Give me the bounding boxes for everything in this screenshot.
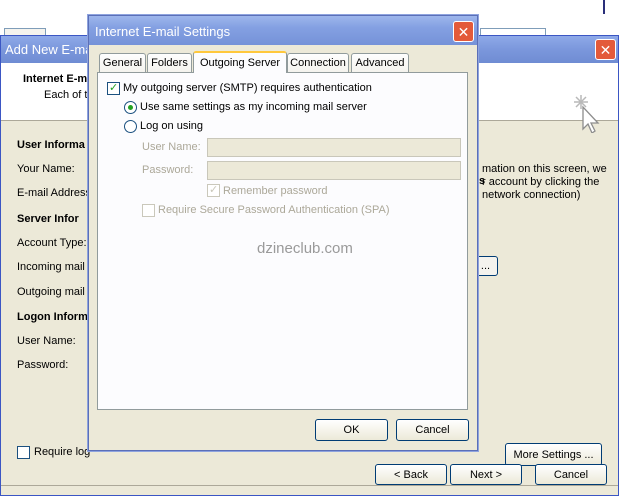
dialog-cancel-button[interactable]: Cancel: [396, 419, 469, 441]
dialog-user-name-label: User Name:: [142, 141, 201, 153]
same-settings-radio[interactable]: [124, 101, 137, 114]
test-settings-text-line: r account by clicking the: [482, 176, 600, 188]
ok-button[interactable]: OK: [315, 419, 388, 441]
more-settings-label: More Settings ...: [513, 448, 594, 461]
remember-password-label: Remember password: [223, 185, 328, 197]
same-settings-label: Use same settings as my incoming mail se…: [140, 101, 367, 113]
spa-label: Require Secure Password Authentication (…: [158, 204, 390, 216]
log-on-using-label: Log on using: [140, 120, 203, 132]
dialog-cancel-label: Cancel: [415, 424, 450, 436]
dialog-close-button[interactable]: ✕: [453, 21, 474, 42]
your-name-label: Your Name:: [17, 163, 75, 175]
tab-outgoing-server[interactable]: Outgoing Server: [193, 51, 287, 73]
incoming-mail-label: Incoming mail s: [17, 261, 94, 273]
background-edge: [603, 0, 605, 14]
watermark-text: dzineclub.com: [257, 240, 353, 257]
email-address-label: E-mail Address: [17, 187, 91, 199]
user-info-heading: User Informa: [17, 139, 85, 151]
outgoing-mail-label: Outgoing mail s: [17, 286, 94, 298]
tab-label: Outgoing Server: [199, 57, 281, 69]
tab-advanced[interactable]: Advanced: [351, 53, 409, 72]
wizard-header-subtitle: Each of t: [44, 89, 88, 101]
tab-general[interactable]: General: [99, 53, 146, 72]
wizard-header-title: Internet E-m: [23, 73, 88, 85]
tab-label: Folders: [151, 57, 188, 69]
test-settings-text-line: network connection): [482, 189, 581, 201]
close-icon: ✕: [457, 23, 470, 40]
log-on-using-radio[interactable]: [124, 120, 137, 133]
dialog-title-bar[interactable]: Internet E-mail Settings ✕: [89, 16, 477, 45]
require-logon-checkbox[interactable]: [17, 446, 30, 459]
more-settings-button[interactable]: More Settings ...: [505, 443, 602, 466]
dialog-title: Internet E-mail Settings: [95, 24, 231, 39]
server-info-heading: Server Infor: [17, 213, 79, 225]
wizard-cancel-button[interactable]: Cancel: [535, 464, 607, 485]
test-button-label: ...: [480, 260, 491, 272]
wizard-close-button[interactable]: ✕: [595, 39, 616, 60]
checkmark-icon: ✓: [209, 184, 219, 196]
cursor-sparkle-icon: [574, 95, 600, 133]
wizard-password-label: Password:: [17, 359, 69, 371]
wizard-divider: [1, 485, 618, 486]
tab-label: Advanced: [355, 57, 405, 69]
wizard-cancel-label: Cancel: [553, 468, 589, 481]
next-button[interactable]: Next >: [450, 464, 522, 485]
wizard-user-name-label: User Name:: [17, 335, 76, 347]
smtp-auth-checkbox[interactable]: ✓: [107, 82, 120, 95]
remember-password-checkbox[interactable]: ✓: [207, 184, 220, 197]
smtp-auth-label: My outgoing server (SMTP) requires authe…: [123, 82, 372, 94]
back-button-label: < Back: [394, 468, 428, 481]
ok-button-label: OK: [343, 424, 360, 436]
close-icon: ✕: [599, 41, 612, 58]
tab-label: General: [102, 57, 143, 69]
internet-email-settings-dialog: Internet E-mail Settings ✕ General Folde…: [88, 15, 478, 451]
tab-connection[interactable]: Connection: [287, 53, 349, 72]
logon-info-heading: Logon Inform: [17, 311, 88, 323]
tab-folders[interactable]: Folders: [147, 53, 192, 72]
radio-selected-icon: [128, 105, 133, 110]
account-type-label: Account Type:: [17, 237, 87, 249]
next-button-label: Next >: [469, 468, 503, 481]
user-name-input[interactable]: [207, 138, 461, 157]
password-input[interactable]: [207, 161, 461, 180]
back-button[interactable]: < Back: [375, 464, 447, 485]
require-logon-label: Require log: [34, 446, 91, 458]
dialog-password-label: Password:: [142, 164, 194, 176]
test-settings-text-line: mation on this screen, we: [482, 163, 607, 175]
wizard-title: Add New E-ma: [5, 42, 93, 57]
tab-label: Connection: [290, 57, 346, 69]
checkmark-icon: ✓: [109, 82, 119, 94]
spa-checkbox[interactable]: [142, 204, 155, 217]
